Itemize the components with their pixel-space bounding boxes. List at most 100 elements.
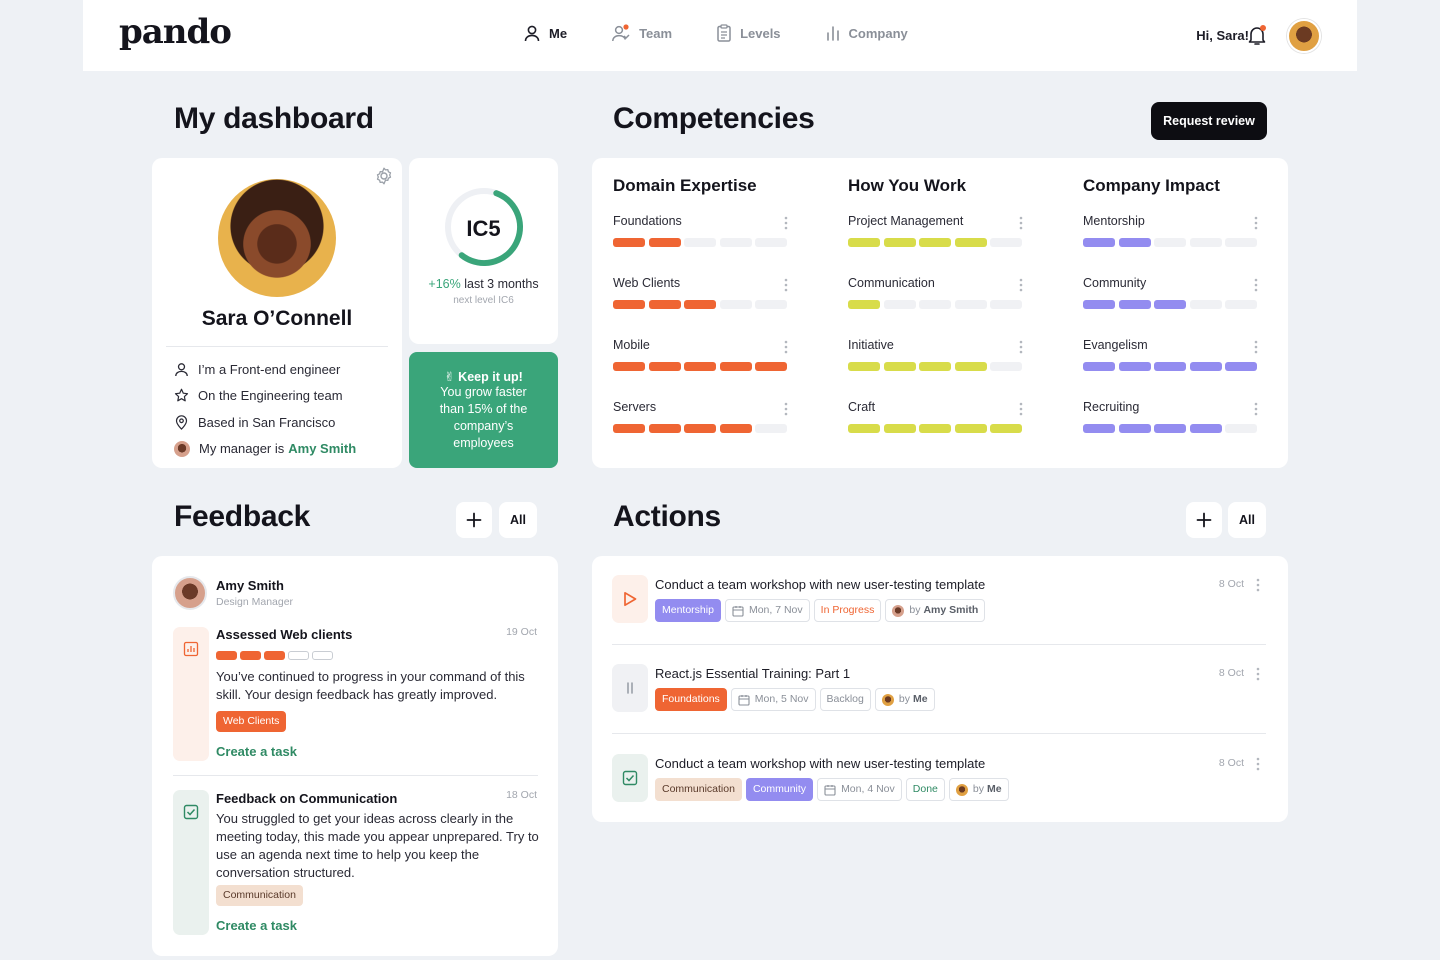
skill-row[interactable]: Recruiting xyxy=(1083,400,1258,462)
actions-all-button[interactable]: All xyxy=(1228,502,1266,538)
pando-logo[interactable]: pando xyxy=(119,12,232,52)
skill-options-button[interactable] xyxy=(1019,278,1023,297)
skill-level-segment xyxy=(1189,362,1222,371)
web-clients-tag[interactable]: Web Clients xyxy=(216,711,287,732)
skill-options-button[interactable] xyxy=(1019,402,1023,421)
add-feedback-button[interactable] xyxy=(456,502,492,538)
action-item[interactable]: React.js Essential Training: Part 1 8 Oc… xyxy=(612,664,1266,724)
team-icon xyxy=(612,24,630,42)
skill-level-segment xyxy=(240,651,261,660)
manager-link[interactable]: Amy Smith xyxy=(288,441,356,456)
skill-options-button[interactable] xyxy=(1254,340,1258,359)
skill-level-segment xyxy=(1118,424,1151,433)
nav-levels[interactable]: Levels xyxy=(716,24,781,42)
feedback-item-strip xyxy=(173,790,209,935)
more-options-button[interactable] xyxy=(1256,667,1260,686)
skill-options-button[interactable] xyxy=(1254,216,1258,235)
owner-chip[interactable]: by Amy Smith xyxy=(885,599,986,622)
play-button[interactable] xyxy=(612,575,648,623)
kebab-icon xyxy=(1254,340,1258,354)
communication-tag[interactable]: Communication xyxy=(655,778,742,801)
skill-row[interactable]: Foundations xyxy=(613,214,788,276)
nav-company-label: Company xyxy=(848,25,908,41)
foundations-tag[interactable]: Foundations xyxy=(655,688,727,711)
kebab-icon xyxy=(1254,278,1258,292)
competency-column: Domain Expertise Foundations Web Clients Mo… xyxy=(613,176,788,462)
nav-me[interactable]: Me xyxy=(523,24,567,42)
add-action-button[interactable] xyxy=(1186,502,1222,538)
action-tags: Foundations Mon, 5 Nov Backlog by Me xyxy=(655,688,939,711)
skill-level-segment xyxy=(919,238,951,247)
action-tags: Mentorship Mon, 7 Nov In Progress by Amy … xyxy=(655,599,989,622)
skill-row[interactable]: Evangelism xyxy=(1083,338,1258,400)
plus-icon xyxy=(1196,512,1212,528)
pause-button[interactable] xyxy=(612,664,648,712)
skill-options-button[interactable] xyxy=(784,278,788,297)
action-date: 8 Oct xyxy=(1218,578,1244,590)
create-task-button[interactable]: Create a task xyxy=(216,744,297,759)
status-chip[interactable]: Backlog xyxy=(819,688,871,711)
request-review-button[interactable]: Request review xyxy=(1151,102,1267,140)
skill-options-button[interactable] xyxy=(1019,340,1023,359)
skill-level-segment xyxy=(919,300,951,309)
skill-name: Craft xyxy=(848,400,876,414)
skill-row[interactable]: Web Clients xyxy=(613,276,788,338)
due-date-chip[interactable]: Mon, 7 Nov xyxy=(724,599,810,622)
action-item[interactable]: Conduct a team workshop with new user-te… xyxy=(612,575,1266,635)
skill-options-button[interactable] xyxy=(1019,216,1023,235)
skill-row[interactable]: Mobile xyxy=(613,338,788,400)
communication-tag[interactable]: Communication xyxy=(216,885,303,906)
owner-chip[interactable]: by Me xyxy=(874,688,935,711)
skill-row[interactable]: Initiative xyxy=(848,338,1023,400)
more-options-button[interactable] xyxy=(1256,578,1260,597)
skill-level-segment xyxy=(613,300,645,309)
skill-level-segment xyxy=(684,238,716,247)
author-name: Amy Smith xyxy=(216,578,284,593)
profile-info-list: I’m a Front-end engineer On the Engineer… xyxy=(174,356,356,462)
skill-row[interactable]: Communication xyxy=(848,276,1023,338)
kebab-icon xyxy=(784,402,788,416)
feedback-all-button[interactable]: All xyxy=(499,502,537,538)
skill-options-button[interactable] xyxy=(784,340,788,359)
skill-level-bars xyxy=(1083,424,1261,433)
bell-icon xyxy=(1248,25,1266,45)
skill-level-segment xyxy=(990,300,1022,309)
more-options-button[interactable] xyxy=(1256,757,1260,776)
nav-team[interactable]: Team xyxy=(611,24,672,42)
due-date-chip[interactable]: Mon, 4 Nov xyxy=(817,778,902,801)
skill-options-button[interactable] xyxy=(784,216,788,235)
status-chip[interactable]: Done xyxy=(905,778,945,801)
owner-avatar xyxy=(892,604,905,617)
skill-options-button[interactable] xyxy=(1254,402,1258,421)
owner-chip[interactable]: by Me xyxy=(948,778,1009,801)
skill-options-button[interactable] xyxy=(784,402,788,421)
skill-row[interactable]: Mentorship xyxy=(1083,214,1258,276)
due-date-chip[interactable]: Mon, 5 Nov xyxy=(730,688,816,711)
skill-level-segment xyxy=(684,424,716,433)
profile-settings-button[interactable] xyxy=(374,166,394,191)
feedback-item-text: You’ve continued to progress in your com… xyxy=(216,669,525,702)
notifications-button[interactable] xyxy=(1247,24,1267,51)
greeting: Hi, Sara! xyxy=(1196,28,1249,43)
status-chip[interactable]: In Progress xyxy=(813,599,882,622)
user-avatar[interactable] xyxy=(1287,19,1321,53)
skill-level-segment xyxy=(954,362,987,371)
create-task-button[interactable]: Create a task xyxy=(216,918,297,933)
action-item[interactable]: Conduct a team workshop with new user-te… xyxy=(612,754,1266,814)
skill-options-button[interactable] xyxy=(1254,278,1258,297)
nav-company[interactable]: Company xyxy=(825,24,908,42)
skill-level-bars xyxy=(1083,300,1261,309)
mentorship-tag[interactable]: Mentorship xyxy=(655,599,721,622)
skill-row[interactable]: Craft xyxy=(848,400,1023,462)
nav-me-label: Me xyxy=(549,25,568,41)
skill-level-segment xyxy=(755,424,787,433)
complete-checkbox[interactable] xyxy=(612,754,648,802)
community-tag[interactable]: Community xyxy=(745,778,814,801)
profile-role: I’m a Front-end engineer xyxy=(198,361,341,377)
skill-name: Communication xyxy=(848,276,935,290)
play-icon xyxy=(624,591,637,607)
skill-row[interactable]: Community xyxy=(1083,276,1258,338)
user-icon xyxy=(175,362,188,376)
skill-row[interactable]: Project Management xyxy=(848,214,1023,276)
skill-row[interactable]: Servers xyxy=(613,400,788,462)
